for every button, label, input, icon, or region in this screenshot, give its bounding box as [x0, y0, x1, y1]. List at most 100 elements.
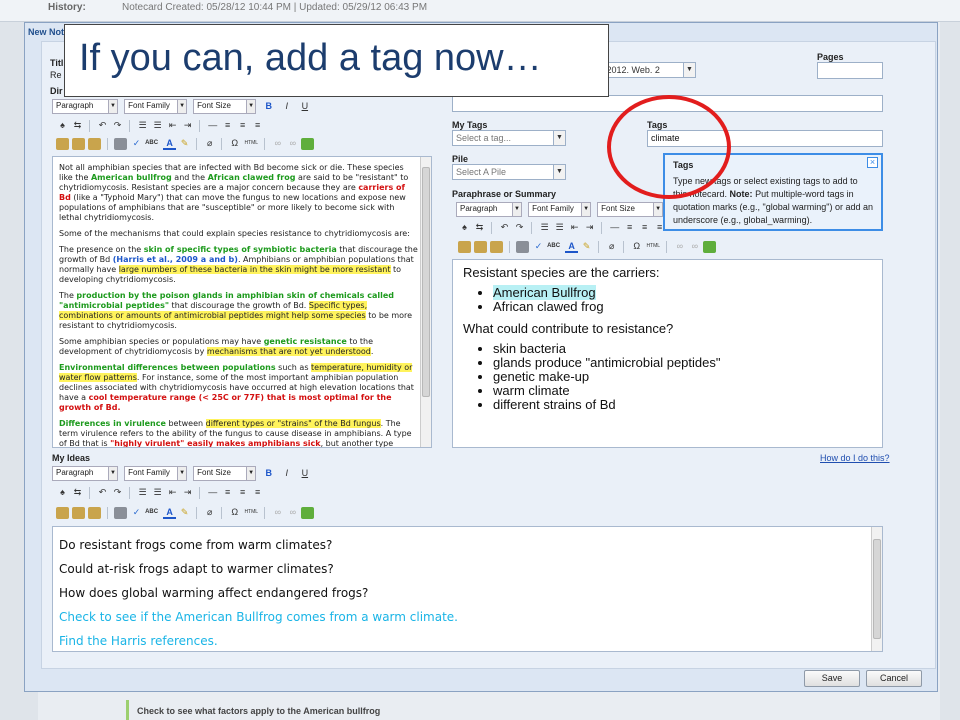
scrollbar[interactable] [871, 527, 882, 651]
undo-icon[interactable]: ↶ [96, 119, 109, 132]
html-icon[interactable]: HTML [243, 506, 259, 519]
cancel-button[interactable]: Cancel [866, 670, 922, 687]
paste-text-icon[interactable] [72, 506, 85, 519]
align-center-icon[interactable]: ≡ [236, 486, 249, 499]
find-icon[interactable]: ♠ [458, 221, 471, 234]
paragraph-select[interactable]: Paragraph ▼ [52, 99, 118, 114]
indent-icon[interactable]: ⇥ [181, 486, 194, 499]
help-link[interactable]: How do I do this? [820, 453, 890, 463]
bullet-list-icon[interactable]: ☰ [538, 221, 551, 234]
bullet-list-icon[interactable]: ☰ [136, 486, 149, 499]
align-left-icon[interactable]: ≡ [221, 486, 234, 499]
align-right-icon[interactable]: ≡ [251, 119, 264, 132]
direct-quote-editor[interactable]: Not all amphibian species that are infec… [52, 156, 432, 448]
paste-text-icon[interactable] [474, 240, 487, 253]
link-icon[interactable]: ∞ [271, 506, 284, 519]
unlink-icon[interactable]: ∞ [286, 506, 299, 519]
redo-icon[interactable]: ↷ [111, 119, 124, 132]
paste-icon[interactable] [56, 137, 69, 150]
image-icon[interactable] [301, 506, 315, 519]
underline-button[interactable]: U [298, 100, 311, 113]
scrollbar-thumb[interactable] [422, 167, 430, 397]
align-center-icon[interactable]: ≡ [236, 119, 249, 132]
special-char-icon[interactable]: Ω [630, 240, 643, 253]
underline-button[interactable]: U [298, 467, 311, 480]
close-icon[interactable]: × [867, 157, 878, 168]
spellcheck-icon[interactable]: ✓ [130, 137, 143, 150]
link-icon[interactable]: ∞ [673, 240, 686, 253]
paste-word-icon[interactable] [88, 137, 101, 150]
paste-icon[interactable] [56, 506, 69, 519]
special-char-icon[interactable]: Ω [228, 137, 241, 150]
indent-icon[interactable]: ⇥ [181, 119, 194, 132]
font-size-select[interactable]: Font Size ▼ [597, 202, 664, 217]
text-color-icon[interactable]: A [565, 240, 579, 253]
link-icon[interactable]: ∞ [271, 137, 284, 150]
highlight-icon[interactable]: ✎ [178, 506, 191, 519]
pages-input[interactable] [817, 62, 883, 79]
replace-icon[interactable]: ⇆ [71, 486, 84, 499]
bold-button[interactable]: B [262, 467, 275, 480]
my-tags-select[interactable]: Select a tag... ▼ [452, 130, 566, 146]
spellcheck-abc-icon[interactable]: ABC [145, 506, 158, 519]
find-icon[interactable]: ♠ [56, 486, 69, 499]
highlight-icon[interactable]: ✎ [178, 137, 191, 150]
font-size-select[interactable]: Font Size ▼ [193, 466, 257, 481]
print-icon[interactable] [114, 137, 128, 150]
replace-icon[interactable]: ⇆ [71, 119, 84, 132]
html-icon[interactable]: HTML [645, 240, 661, 253]
horizontal-rule-icon[interactable]: — [206, 486, 219, 499]
scrollbar-thumb[interactable] [873, 539, 881, 639]
numbered-list-icon[interactable]: ☰ [151, 486, 164, 499]
my-ideas-editor[interactable]: Do resistant frogs come from warm climat… [52, 526, 883, 652]
outdent-icon[interactable]: ⇤ [166, 119, 179, 132]
find-icon[interactable]: ♠ [56, 119, 69, 132]
font-family-select[interactable]: Font Family ▼ [124, 466, 188, 481]
redo-icon[interactable]: ↷ [111, 486, 124, 499]
align-left-icon[interactable]: ≡ [623, 221, 636, 234]
text-color-icon[interactable]: A [163, 137, 177, 150]
paragraph-select[interactable]: Paragraph ▼ [456, 202, 522, 217]
html-icon[interactable]: HTML [243, 137, 259, 150]
paste-word-icon[interactable] [490, 240, 503, 253]
eraser-icon[interactable]: ⌀ [605, 240, 618, 253]
special-char-icon[interactable]: Ω [228, 506, 241, 519]
horizontal-rule-icon[interactable]: — [608, 221, 621, 234]
highlight-icon[interactable]: ✎ [580, 240, 593, 253]
replace-icon[interactable]: ⇆ [473, 221, 486, 234]
align-center-icon[interactable]: ≡ [638, 221, 651, 234]
paste-icon[interactable] [458, 240, 471, 253]
unlink-icon[interactable]: ∞ [688, 240, 701, 253]
font-family-select[interactable]: Font Family ▼ [528, 202, 592, 217]
numbered-list-icon[interactable]: ☰ [553, 221, 566, 234]
align-left-icon[interactable]: ≡ [221, 119, 234, 132]
align-right-icon[interactable]: ≡ [251, 486, 264, 499]
italic-button[interactable]: I [280, 467, 293, 480]
undo-icon[interactable]: ↶ [498, 221, 511, 234]
outdent-icon[interactable]: ⇤ [568, 221, 581, 234]
indent-icon[interactable]: ⇥ [583, 221, 596, 234]
print-icon[interactable] [516, 240, 530, 253]
font-family-select[interactable]: Font Family ▼ [124, 99, 188, 114]
print-icon[interactable] [114, 506, 128, 519]
unlink-icon[interactable]: ∞ [286, 137, 299, 150]
outdent-icon[interactable]: ⇤ [166, 486, 179, 499]
paste-text-icon[interactable] [72, 137, 85, 150]
text-color-icon[interactable]: A [163, 506, 177, 519]
image-icon[interactable] [301, 137, 315, 150]
horizontal-rule-icon[interactable]: — [206, 119, 219, 132]
image-icon[interactable] [703, 240, 717, 253]
bold-button[interactable]: B [262, 100, 275, 113]
italic-button[interactable]: I [280, 100, 293, 113]
undo-icon[interactable]: ↶ [96, 486, 109, 499]
spellcheck-icon[interactable]: ✓ [532, 240, 545, 253]
spellcheck-abc-icon[interactable]: ABC [547, 240, 560, 253]
spellcheck-icon[interactable]: ✓ [130, 506, 143, 519]
numbered-list-icon[interactable]: ☰ [151, 119, 164, 132]
paste-word-icon[interactable] [88, 506, 101, 519]
spellcheck-abc-icon[interactable]: ABC [145, 137, 158, 150]
paragraph-select[interactable]: Paragraph ▼ [52, 466, 118, 481]
eraser-icon[interactable]: ⌀ [203, 506, 216, 519]
save-button[interactable]: Save [804, 670, 860, 687]
bullet-list-icon[interactable]: ☰ [136, 119, 149, 132]
